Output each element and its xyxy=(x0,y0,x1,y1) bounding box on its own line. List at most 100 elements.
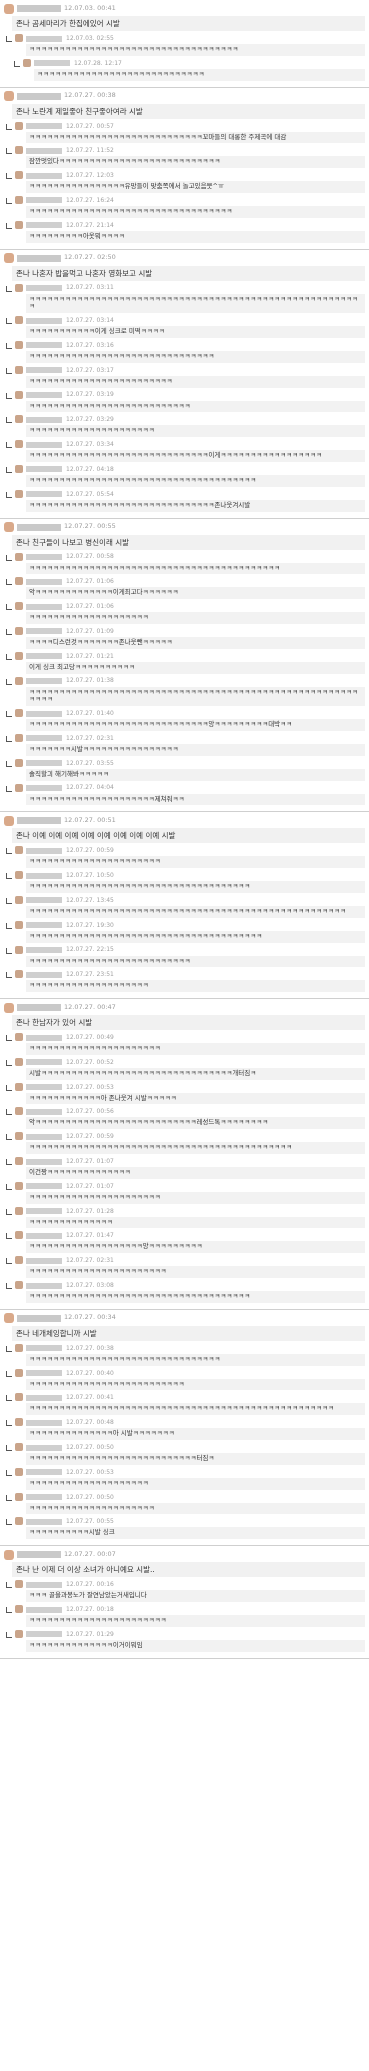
post-title[interactable]: 존나 곰세마리가 한집에있어 시발 xyxy=(12,16,365,31)
author-name-blurred[interactable] xyxy=(26,1183,62,1190)
author-name-blurred[interactable] xyxy=(26,735,62,742)
author-name-blurred[interactable] xyxy=(17,254,61,262)
avatar[interactable] xyxy=(15,1107,23,1116)
author-name-blurred[interactable] xyxy=(26,392,62,399)
author-name-blurred[interactable] xyxy=(26,466,62,473)
author-name-blurred[interactable] xyxy=(17,523,61,531)
author-name-blurred[interactable] xyxy=(26,760,62,767)
author-name-blurred[interactable] xyxy=(26,285,62,292)
avatar[interactable] xyxy=(15,1443,23,1452)
avatar[interactable] xyxy=(15,709,23,718)
avatar[interactable] xyxy=(15,1256,23,1265)
avatar[interactable] xyxy=(15,1368,23,1377)
avatar[interactable] xyxy=(4,1002,14,1013)
author-name-blurred[interactable] xyxy=(26,147,62,154)
avatar[interactable] xyxy=(15,1231,23,1240)
avatar[interactable] xyxy=(15,1343,23,1352)
author-name-blurred[interactable] xyxy=(17,817,61,825)
author-name-blurred[interactable] xyxy=(26,1059,62,1066)
author-name-blurred[interactable] xyxy=(26,1370,62,1377)
avatar[interactable] xyxy=(15,1492,23,1501)
avatar[interactable] xyxy=(15,1132,23,1141)
avatar[interactable] xyxy=(15,1181,23,1190)
author-name-blurred[interactable] xyxy=(26,1631,62,1638)
author-name-blurred[interactable] xyxy=(26,971,62,978)
avatar[interactable] xyxy=(15,220,23,229)
avatar[interactable] xyxy=(15,489,23,498)
author-name-blurred[interactable] xyxy=(26,1108,62,1115)
avatar[interactable] xyxy=(4,91,14,102)
post-title[interactable]: 존나 나혼자 밥을먹고 나혼자 영화보고 시발 xyxy=(12,265,365,281)
author-name-blurred[interactable] xyxy=(26,1208,62,1215)
author-name-blurred[interactable] xyxy=(26,710,62,717)
avatar[interactable] xyxy=(15,1157,23,1166)
avatar[interactable] xyxy=(15,758,23,767)
author-name-blurred[interactable] xyxy=(26,172,62,179)
author-name-blurred[interactable] xyxy=(26,1158,62,1165)
avatar[interactable] xyxy=(15,1206,23,1215)
author-name-blurred[interactable] xyxy=(26,441,62,448)
post-title[interactable]: 존나 노란계 제일좋아 친구좋아여라 시발 xyxy=(12,103,365,119)
avatar[interactable] xyxy=(15,895,23,904)
avatar[interactable] xyxy=(15,1418,23,1427)
author-name-blurred[interactable] xyxy=(26,554,62,561)
avatar[interactable] xyxy=(15,195,23,204)
author-name-blurred[interactable] xyxy=(26,1469,62,1476)
avatar[interactable] xyxy=(15,1629,23,1638)
author-name-blurred[interactable] xyxy=(26,847,62,854)
avatar[interactable] xyxy=(15,1580,23,1589)
author-name-blurred[interactable] xyxy=(26,578,62,585)
author-name-blurred[interactable] xyxy=(17,1314,61,1322)
post-title[interactable]: 존나 난 이제 더 이상 소녀가 아니예요 시발.. xyxy=(12,1562,365,1578)
avatar[interactable] xyxy=(15,1033,23,1042)
author-name-blurred[interactable] xyxy=(26,947,62,953)
avatar[interactable] xyxy=(15,945,23,954)
author-name-blurred[interactable] xyxy=(26,653,62,660)
avatar[interactable] xyxy=(4,1313,14,1324)
avatar[interactable] xyxy=(23,58,31,67)
author-name-blurred[interactable] xyxy=(26,222,62,229)
avatar[interactable] xyxy=(15,171,23,180)
author-name-blurred[interactable] xyxy=(17,1551,61,1559)
author-name-blurred[interactable] xyxy=(26,1133,62,1140)
avatar[interactable] xyxy=(15,970,23,979)
avatar[interactable] xyxy=(15,733,23,742)
avatar[interactable] xyxy=(4,253,14,264)
author-name-blurred[interactable] xyxy=(26,897,62,904)
author-name-blurred[interactable] xyxy=(26,785,62,792)
avatar[interactable] xyxy=(4,815,14,826)
author-name-blurred[interactable] xyxy=(26,367,62,374)
avatar[interactable] xyxy=(15,577,23,586)
author-name-blurred[interactable] xyxy=(26,1345,62,1352)
author-name-blurred[interactable] xyxy=(26,922,62,929)
avatar[interactable] xyxy=(15,1605,23,1614)
post-title[interactable]: 존나 친구들이 나보고 병신이래 시발 xyxy=(12,534,365,550)
avatar[interactable] xyxy=(15,464,23,473)
post-title[interactable]: 존나 이예 이예 이예 이예 이예 이예 이예 이예 시발 xyxy=(12,828,365,844)
avatar[interactable] xyxy=(15,602,23,611)
author-name-blurred[interactable] xyxy=(26,628,62,635)
author-name-blurred[interactable] xyxy=(26,35,62,42)
author-name-blurred[interactable] xyxy=(17,5,61,12)
avatar[interactable] xyxy=(15,846,23,855)
avatar[interactable] xyxy=(15,1082,23,1091)
author-name-blurred[interactable] xyxy=(26,603,62,610)
author-name-blurred[interactable] xyxy=(26,1084,62,1091)
author-name-blurred[interactable] xyxy=(26,1606,62,1613)
author-name-blurred[interactable] xyxy=(26,123,62,130)
avatar[interactable] xyxy=(15,146,23,155)
avatar[interactable] xyxy=(15,783,23,792)
author-name-blurred[interactable] xyxy=(34,60,70,67)
avatar[interactable] xyxy=(15,440,23,449)
avatar[interactable] xyxy=(15,121,23,130)
avatar[interactable] xyxy=(15,1467,23,1476)
avatar[interactable] xyxy=(15,1517,23,1526)
author-name-blurred[interactable] xyxy=(26,1394,62,1401)
avatar[interactable] xyxy=(15,34,23,42)
author-name-blurred[interactable] xyxy=(26,317,62,324)
avatar[interactable] xyxy=(15,316,23,325)
avatar[interactable] xyxy=(15,676,23,685)
author-name-blurred[interactable] xyxy=(17,1004,61,1012)
avatar[interactable] xyxy=(15,1057,23,1066)
author-name-blurred[interactable] xyxy=(26,1494,62,1501)
